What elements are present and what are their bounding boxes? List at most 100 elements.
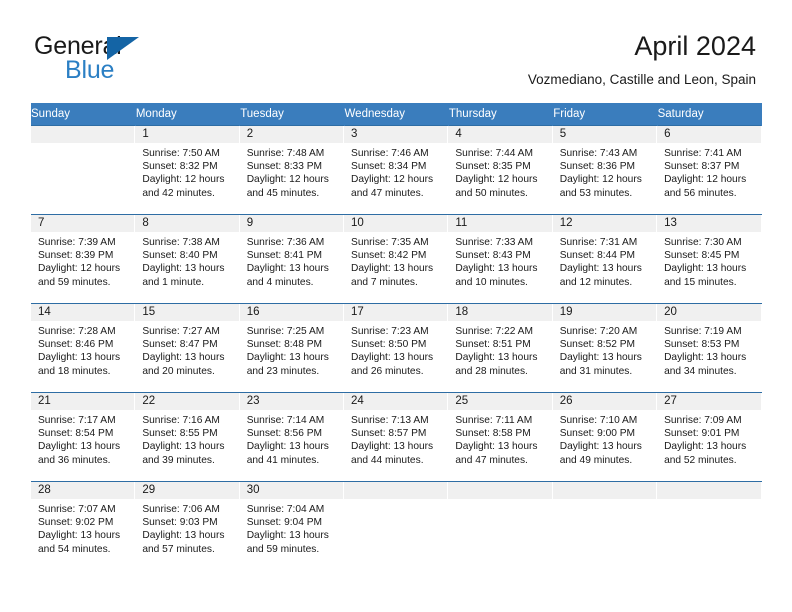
day-cell-27[interactable]: 27 Sunrise: 7:09 AM Sunset: 9:01 PM Dayli… bbox=[657, 392, 762, 481]
day-sun-details: Sunrise: 7:14 AM Sunset: 8:56 PM Dayligh… bbox=[246, 414, 329, 466]
calendar-day-cell: 5 Sunrise: 7:43 AM Sunset: 8:36 PM Daylig… bbox=[552, 124, 658, 214]
calendar-day-cell: 7 Sunrise: 7:39 AM Sunset: 8:39 PM Daylig… bbox=[31, 213, 136, 303]
day-cell-1[interactable]: 1 Sunrise: 7:50 AM Sunset: 8:32 PM Daylig… bbox=[135, 125, 240, 214]
day-sun-details: Sunrise: 7:44 AM Sunset: 8:35 PM Dayligh… bbox=[455, 147, 538, 199]
day-cell-29[interactable]: 29 Sunrise: 7:06 AM Sunset: 9:03 PM Dayli… bbox=[135, 481, 240, 565]
day-cell-9[interactable]: 9 Sunrise: 7:36 AM Sunset: 8:41 PM Daylig… bbox=[239, 214, 345, 303]
day-number: 21 bbox=[31, 392, 135, 410]
calendar-day-cell: 9 Sunrise: 7:36 AM Sunset: 8:41 PM Daylig… bbox=[239, 213, 345, 303]
day-sun-details: Sunrise: 7:20 AM Sunset: 8:52 PM Dayligh… bbox=[559, 325, 642, 377]
day-number: 25 bbox=[448, 392, 552, 410]
day-cell-5[interactable]: 5 Sunrise: 7:43 AM Sunset: 8:36 PM Daylig… bbox=[552, 125, 658, 214]
day-cell-15[interactable]: 15 Sunrise: 7:27 AM Sunset: 8:47 PM Dayli… bbox=[135, 303, 240, 392]
day-cell-16[interactable]: 16 Sunrise: 7:25 AM Sunset: 8:48 PM Dayli… bbox=[239, 303, 345, 392]
day-cell-10[interactable]: 10 Sunrise: 7:35 AM Sunset: 8:42 PM Dayli… bbox=[344, 214, 449, 303]
day-sun-details: Sunrise: 7:27 AM Sunset: 8:47 PM Dayligh… bbox=[142, 325, 225, 377]
title-block: April 2024 Vozmediano, Castille and Leon… bbox=[528, 30, 756, 89]
day-number: 9 bbox=[239, 214, 344, 232]
day-cell-empty bbox=[448, 481, 553, 565]
calendar-day-cell: 26 Sunrise: 7:10 AM Sunset: 9:00 PM Dayli… bbox=[552, 391, 658, 481]
day-number bbox=[657, 481, 761, 499]
day-cell-12[interactable]: 12 Sunrise: 7:31 AM Sunset: 8:44 PM Dayli… bbox=[552, 214, 658, 303]
day-cell-11[interactable]: 11 Sunrise: 7:33 AM Sunset: 8:43 PM Dayli… bbox=[448, 214, 553, 303]
day-cell-20[interactable]: 20 Sunrise: 7:19 AM Sunset: 8:53 PM Dayli… bbox=[657, 303, 762, 392]
day-number: 13 bbox=[657, 214, 761, 232]
calendar-week-row: 1 Sunrise: 7:50 AM Sunset: 8:32 PM Daylig… bbox=[31, 124, 762, 214]
calendar-day-cell: 12 Sunrise: 7:31 AM Sunset: 8:44 PM Dayli… bbox=[552, 213, 658, 303]
day-cell-17[interactable]: 17 Sunrise: 7:23 AM Sunset: 8:50 PM Dayli… bbox=[344, 303, 449, 392]
calendar-day-cell: 17 Sunrise: 7:23 AM Sunset: 8:50 PM Dayli… bbox=[344, 302, 449, 392]
day-cell-3[interactable]: 3 Sunrise: 7:46 AM Sunset: 8:34 PM Daylig… bbox=[344, 125, 449, 214]
day-sun-details: Sunrise: 7:50 AM Sunset: 8:32 PM Dayligh… bbox=[142, 147, 225, 199]
calendar-day-cell: 1 Sunrise: 7:50 AM Sunset: 8:32 PM Daylig… bbox=[135, 124, 240, 214]
calendar-day-cell: 18 Sunrise: 7:22 AM Sunset: 8:51 PM Dayli… bbox=[448, 302, 553, 392]
day-cell-25[interactable]: 25 Sunrise: 7:11 AM Sunset: 8:58 PM Dayli… bbox=[448, 392, 553, 481]
calendar-body: 1 Sunrise: 7:50 AM Sunset: 8:32 PM Daylig… bbox=[31, 124, 762, 565]
day-number bbox=[448, 481, 552, 499]
day-cell-26[interactable]: 26 Sunrise: 7:10 AM Sunset: 9:00 PM Dayli… bbox=[552, 392, 658, 481]
weekday-header-wednesday: Wednesday bbox=[344, 103, 449, 125]
day-number: 19 bbox=[552, 303, 657, 321]
day-cell-6[interactable]: 6 Sunrise: 7:41 AM Sunset: 8:37 PM Daylig… bbox=[657, 125, 762, 214]
day-number: 18 bbox=[448, 303, 552, 321]
day-number: 27 bbox=[657, 392, 761, 410]
calendar-day-cell bbox=[552, 480, 658, 565]
weekday-header-friday: Friday bbox=[552, 103, 658, 125]
day-sun-details: Sunrise: 7:46 AM Sunset: 8:34 PM Dayligh… bbox=[351, 147, 434, 199]
day-cell-28[interactable]: 28 Sunrise: 7:07 AM Sunset: 9:02 PM Dayli… bbox=[31, 481, 136, 565]
day-cell-13[interactable]: 13 Sunrise: 7:30 AM Sunset: 8:45 PM Dayli… bbox=[657, 214, 762, 303]
day-sun-details: Sunrise: 7:22 AM Sunset: 8:51 PM Dayligh… bbox=[455, 325, 538, 377]
day-cell-24[interactable]: 24 Sunrise: 7:13 AM Sunset: 8:57 PM Dayli… bbox=[344, 392, 449, 481]
day-sun-details: Sunrise: 7:17 AM Sunset: 8:54 PM Dayligh… bbox=[38, 414, 121, 466]
calendar-day-cell: 13 Sunrise: 7:30 AM Sunset: 8:45 PM Dayli… bbox=[657, 213, 762, 303]
day-cell-8[interactable]: 8 Sunrise: 7:38 AM Sunset: 8:40 PM Daylig… bbox=[135, 214, 240, 303]
day-sun-details: Sunrise: 7:35 AM Sunset: 8:42 PM Dayligh… bbox=[351, 236, 434, 288]
calendar-day-cell: 4 Sunrise: 7:44 AM Sunset: 8:35 PM Daylig… bbox=[448, 124, 553, 214]
day-number: 26 bbox=[552, 392, 657, 410]
day-sun-details: Sunrise: 7:19 AM Sunset: 8:53 PM Dayligh… bbox=[664, 325, 747, 377]
day-number: 28 bbox=[31, 481, 135, 499]
day-sun-details: Sunrise: 7:36 AM Sunset: 8:41 PM Dayligh… bbox=[246, 236, 329, 288]
day-number: 5 bbox=[552, 125, 657, 143]
calendar-day-cell: 27 Sunrise: 7:09 AM Sunset: 9:01 PM Dayli… bbox=[657, 391, 762, 481]
calendar-day-cell: 21 Sunrise: 7:17 AM Sunset: 8:54 PM Dayli… bbox=[31, 391, 136, 481]
calendar-day-cell bbox=[657, 480, 762, 565]
calendar-day-cell: 20 Sunrise: 7:19 AM Sunset: 8:53 PM Dayli… bbox=[657, 302, 762, 392]
day-cell-7[interactable]: 7 Sunrise: 7:39 AM Sunset: 8:39 PM Daylig… bbox=[31, 214, 136, 303]
day-cell-14[interactable]: 14 Sunrise: 7:28 AM Sunset: 8:46 PM Dayli… bbox=[31, 303, 136, 392]
calendar-day-cell: 6 Sunrise: 7:41 AM Sunset: 8:37 PM Daylig… bbox=[657, 124, 762, 214]
day-cell-21[interactable]: 21 Sunrise: 7:17 AM Sunset: 8:54 PM Dayli… bbox=[31, 392, 136, 481]
weekday-header-sunday: Sunday bbox=[31, 103, 136, 125]
day-number: 4 bbox=[448, 125, 552, 143]
calendar-day-cell: 28 Sunrise: 7:07 AM Sunset: 9:02 PM Dayli… bbox=[31, 480, 136, 565]
calendar-week-row: 28 Sunrise: 7:07 AM Sunset: 9:02 PM Dayli… bbox=[31, 480, 762, 565]
day-number: 17 bbox=[344, 303, 448, 321]
calendar-day-cell: 3 Sunrise: 7:46 AM Sunset: 8:34 PM Daylig… bbox=[344, 124, 449, 214]
day-cell-30[interactable]: 30 Sunrise: 7:04 AM Sunset: 9:04 PM Dayli… bbox=[239, 481, 345, 565]
day-number: 2 bbox=[239, 125, 344, 143]
day-cell-22[interactable]: 22 Sunrise: 7:16 AM Sunset: 8:55 PM Dayli… bbox=[135, 392, 240, 481]
page-title: April 2024 bbox=[634, 31, 756, 61]
calendar-grid: Sunday Monday Tuesday Wednesday Thursday… bbox=[31, 103, 763, 565]
day-cell-2[interactable]: 2 Sunrise: 7:48 AM Sunset: 8:33 PM Daylig… bbox=[239, 125, 345, 214]
calendar-day-cell: 11 Sunrise: 7:33 AM Sunset: 8:43 PM Dayli… bbox=[448, 213, 553, 303]
day-sun-details: Sunrise: 7:38 AM Sunset: 8:40 PM Dayligh… bbox=[142, 236, 225, 288]
day-cell-4[interactable]: 4 Sunrise: 7:44 AM Sunset: 8:35 PM Daylig… bbox=[448, 125, 553, 214]
calendar-week-row: 7 Sunrise: 7:39 AM Sunset: 8:39 PM Daylig… bbox=[31, 213, 762, 303]
calendar-week-row: 14 Sunrise: 7:28 AM Sunset: 8:46 PM Dayli… bbox=[31, 302, 762, 392]
calendar-day-cell: 2 Sunrise: 7:48 AM Sunset: 8:33 PM Daylig… bbox=[239, 124, 345, 214]
day-cell-18[interactable]: 18 Sunrise: 7:22 AM Sunset: 8:51 PM Dayli… bbox=[448, 303, 553, 392]
day-number: 30 bbox=[239, 481, 344, 499]
day-number: 29 bbox=[135, 481, 239, 499]
day-cell-19[interactable]: 19 Sunrise: 7:20 AM Sunset: 8:52 PM Dayli… bbox=[552, 303, 658, 392]
day-sun-details: Sunrise: 7:28 AM Sunset: 8:46 PM Dayligh… bbox=[38, 325, 121, 377]
calendar-day-cell: 22 Sunrise: 7:16 AM Sunset: 8:55 PM Dayli… bbox=[135, 391, 240, 481]
day-number: 15 bbox=[135, 303, 239, 321]
generalblue-logo[interactable]: General Blue bbox=[34, 34, 264, 86]
day-number bbox=[552, 481, 657, 499]
calendar-day-cell bbox=[448, 480, 553, 565]
calendar-day-cell bbox=[31, 124, 136, 214]
day-cell-23[interactable]: 23 Sunrise: 7:14 AM Sunset: 8:56 PM Dayli… bbox=[239, 392, 345, 481]
day-number: 22 bbox=[135, 392, 239, 410]
day-sun-details: Sunrise: 7:09 AM Sunset: 9:01 PM Dayligh… bbox=[664, 414, 747, 466]
